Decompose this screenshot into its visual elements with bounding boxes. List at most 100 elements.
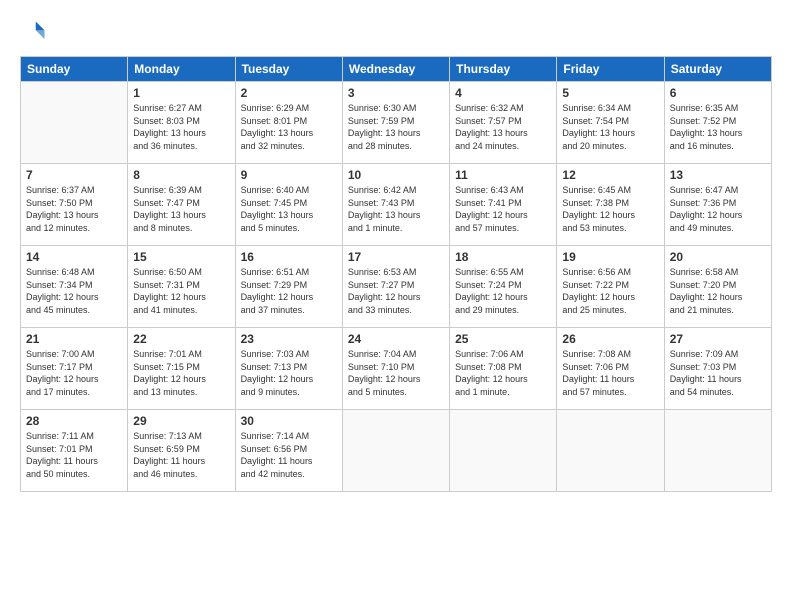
calendar-cell: 15Sunrise: 6:50 AM Sunset: 7:31 PM Dayli… — [128, 246, 235, 328]
calendar-cell: 8Sunrise: 6:39 AM Sunset: 7:47 PM Daylig… — [128, 164, 235, 246]
weekday-header-saturday: Saturday — [664, 57, 771, 82]
calendar-cell: 9 Sunrise: 6:40 AM Sunset: 7:45 PM Daylig… — [235, 164, 342, 246]
day-info: Sunrise: 6:32 AM Sunset: 7:57 PM Dayligh… — [455, 102, 551, 152]
day-info: Sunrise: 7:13 AM Sunset: 6:59 PM Dayligh… — [133, 430, 229, 480]
day-info: Sunrise: 7:09 AM Sunset: 7:03 PM Dayligh… — [670, 348, 766, 398]
day-number: 8 — [133, 168, 229, 182]
calendar-cell: 24 Sunrise: 7:04 AM Sunset: 7:10 PM Dayli… — [342, 328, 449, 410]
calendar-cell: 16Sunrise: 6:51 AM Sunset: 7:29 PM Dayli… — [235, 246, 342, 328]
day-number: 7 — [26, 168, 122, 182]
logo-icon — [20, 18, 48, 46]
day-number: 11 — [455, 168, 551, 182]
calendar-cell: 1 Sunrise: 6:27 AM Sunset: 8:03 PM Daylig… — [128, 82, 235, 164]
calendar-cell — [557, 410, 664, 492]
page: SundayMondayTuesdayWednesdayThursdayFrid… — [0, 0, 792, 612]
day-number: 27 — [670, 332, 766, 346]
calendar-cell: 13 Sunrise: 6:47 AM Sunset: 7:36 PM Dayli… — [664, 164, 771, 246]
day-number: 17 — [348, 250, 444, 264]
week-row-5: 28 Sunrise: 7:11 AM Sunset: 7:01 PM Dayli… — [21, 410, 772, 492]
day-info: Sunrise: 7:01 AM Sunset: 7:15 PM Dayligh… — [133, 348, 229, 398]
day-number: 5 — [562, 86, 658, 100]
calendar-cell: 25 Sunrise: 7:06 AM Sunset: 7:08 PM Dayli… — [450, 328, 557, 410]
day-number: 2 — [241, 86, 337, 100]
day-info: Sunrise: 6:48 AM Sunset: 7:34 PM Dayligh… — [26, 266, 122, 316]
calendar-cell: 18 Sunrise: 6:55 AM Sunset: 7:24 PM Dayli… — [450, 246, 557, 328]
day-info: Sunrise: 7:06 AM Sunset: 7:08 PM Dayligh… — [455, 348, 551, 398]
day-number: 10 — [348, 168, 444, 182]
calendar-cell: 17 Sunrise: 6:53 AM Sunset: 7:27 PM Dayli… — [342, 246, 449, 328]
calendar-cell: 22 Sunrise: 7:01 AM Sunset: 7:15 PM Dayli… — [128, 328, 235, 410]
calendar-cell: 30 Sunrise: 7:14 AM Sunset: 6:56 PM Dayli… — [235, 410, 342, 492]
calendar-cell: 3Sunrise: 6:30 AM Sunset: 7:59 PM Daylig… — [342, 82, 449, 164]
calendar-cell: 23 Sunrise: 7:03 AM Sunset: 7:13 PM Dayli… — [235, 328, 342, 410]
day-info: Sunrise: 6:40 AM Sunset: 7:45 PM Dayligh… — [241, 184, 337, 234]
day-number: 15 — [133, 250, 229, 264]
calendar-cell: 28 Sunrise: 7:11 AM Sunset: 7:01 PM Dayli… — [21, 410, 128, 492]
calendar-cell: 27 Sunrise: 7:09 AM Sunset: 7:03 PM Dayli… — [664, 328, 771, 410]
day-info: Sunrise: 6:45 AM Sunset: 7:38 PM Dayligh… — [562, 184, 658, 234]
weekday-header-friday: Friday — [557, 57, 664, 82]
calendar-cell: 10 Sunrise: 6:42 AM Sunset: 7:43 PM Dayli… — [342, 164, 449, 246]
calendar-cell: 19Sunrise: 6:56 AM Sunset: 7:22 PM Dayli… — [557, 246, 664, 328]
day-info: Sunrise: 6:35 AM Sunset: 7:52 PM Dayligh… — [670, 102, 766, 152]
day-number: 28 — [26, 414, 122, 428]
calendar-cell: 6Sunrise: 6:35 AM Sunset: 7:52 PM Daylig… — [664, 82, 771, 164]
day-number: 23 — [241, 332, 337, 346]
calendar-cell: 11 Sunrise: 6:43 AM Sunset: 7:41 PM Dayli… — [450, 164, 557, 246]
calendar-cell: 7 Sunrise: 6:37 AM Sunset: 7:50 PM Daylig… — [21, 164, 128, 246]
logo — [20, 18, 52, 46]
week-row-2: 7 Sunrise: 6:37 AM Sunset: 7:50 PM Daylig… — [21, 164, 772, 246]
day-info: Sunrise: 6:53 AM Sunset: 7:27 PM Dayligh… — [348, 266, 444, 316]
day-number: 4 — [455, 86, 551, 100]
week-row-3: 14Sunrise: 6:48 AM Sunset: 7:34 PM Dayli… — [21, 246, 772, 328]
day-number: 12 — [562, 168, 658, 182]
calendar-cell — [342, 410, 449, 492]
calendar: SundayMondayTuesdayWednesdayThursdayFrid… — [20, 56, 772, 492]
day-info: Sunrise: 6:58 AM Sunset: 7:20 PM Dayligh… — [670, 266, 766, 316]
day-number: 25 — [455, 332, 551, 346]
weekday-header-monday: Monday — [128, 57, 235, 82]
day-info: Sunrise: 7:14 AM Sunset: 6:56 PM Dayligh… — [241, 430, 337, 480]
day-info: Sunrise: 7:08 AM Sunset: 7:06 PM Dayligh… — [562, 348, 658, 398]
weekday-header-wednesday: Wednesday — [342, 57, 449, 82]
day-number: 29 — [133, 414, 229, 428]
day-info: Sunrise: 6:27 AM Sunset: 8:03 PM Dayligh… — [133, 102, 229, 152]
day-info: Sunrise: 7:03 AM Sunset: 7:13 PM Dayligh… — [241, 348, 337, 398]
calendar-cell: 29 Sunrise: 7:13 AM Sunset: 6:59 PM Dayli… — [128, 410, 235, 492]
weekday-header-thursday: Thursday — [450, 57, 557, 82]
calendar-cell — [450, 410, 557, 492]
calendar-cell: 20 Sunrise: 6:58 AM Sunset: 7:20 PM Dayli… — [664, 246, 771, 328]
day-info: Sunrise: 6:47 AM Sunset: 7:36 PM Dayligh… — [670, 184, 766, 234]
day-number: 24 — [348, 332, 444, 346]
week-row-4: 21 Sunrise: 7:00 AM Sunset: 7:17 PM Dayli… — [21, 328, 772, 410]
calendar-cell: 14Sunrise: 6:48 AM Sunset: 7:34 PM Dayli… — [21, 246, 128, 328]
day-info: Sunrise: 7:11 AM Sunset: 7:01 PM Dayligh… — [26, 430, 122, 480]
calendar-cell — [664, 410, 771, 492]
day-info: Sunrise: 6:42 AM Sunset: 7:43 PM Dayligh… — [348, 184, 444, 234]
calendar-cell: 21 Sunrise: 7:00 AM Sunset: 7:17 PM Dayli… — [21, 328, 128, 410]
day-info: Sunrise: 6:30 AM Sunset: 7:59 PM Dayligh… — [348, 102, 444, 152]
day-info: Sunrise: 6:34 AM Sunset: 7:54 PM Dayligh… — [562, 102, 658, 152]
day-info: Sunrise: 6:55 AM Sunset: 7:24 PM Dayligh… — [455, 266, 551, 316]
day-number: 9 — [241, 168, 337, 182]
week-row-1: 1 Sunrise: 6:27 AM Sunset: 8:03 PM Daylig… — [21, 82, 772, 164]
day-number: 1 — [133, 86, 229, 100]
day-number: 26 — [562, 332, 658, 346]
day-number: 30 — [241, 414, 337, 428]
day-number: 13 — [670, 168, 766, 182]
day-number: 22 — [133, 332, 229, 346]
day-info: Sunrise: 7:00 AM Sunset: 7:17 PM Dayligh… — [26, 348, 122, 398]
day-number: 18 — [455, 250, 551, 264]
calendar-cell: 2Sunrise: 6:29 AM Sunset: 8:01 PM Daylig… — [235, 82, 342, 164]
calendar-cell — [21, 82, 128, 164]
weekday-header-row: SundayMondayTuesdayWednesdayThursdayFrid… — [21, 57, 772, 82]
day-info: Sunrise: 6:43 AM Sunset: 7:41 PM Dayligh… — [455, 184, 551, 234]
calendar-cell: 4 Sunrise: 6:32 AM Sunset: 7:57 PM Daylig… — [450, 82, 557, 164]
day-number: 20 — [670, 250, 766, 264]
weekday-header-sunday: Sunday — [21, 57, 128, 82]
day-info: Sunrise: 6:56 AM Sunset: 7:22 PM Dayligh… — [562, 266, 658, 316]
day-info: Sunrise: 7:04 AM Sunset: 7:10 PM Dayligh… — [348, 348, 444, 398]
day-info: Sunrise: 6:37 AM Sunset: 7:50 PM Dayligh… — [26, 184, 122, 234]
day-number: 21 — [26, 332, 122, 346]
weekday-header-tuesday: Tuesday — [235, 57, 342, 82]
